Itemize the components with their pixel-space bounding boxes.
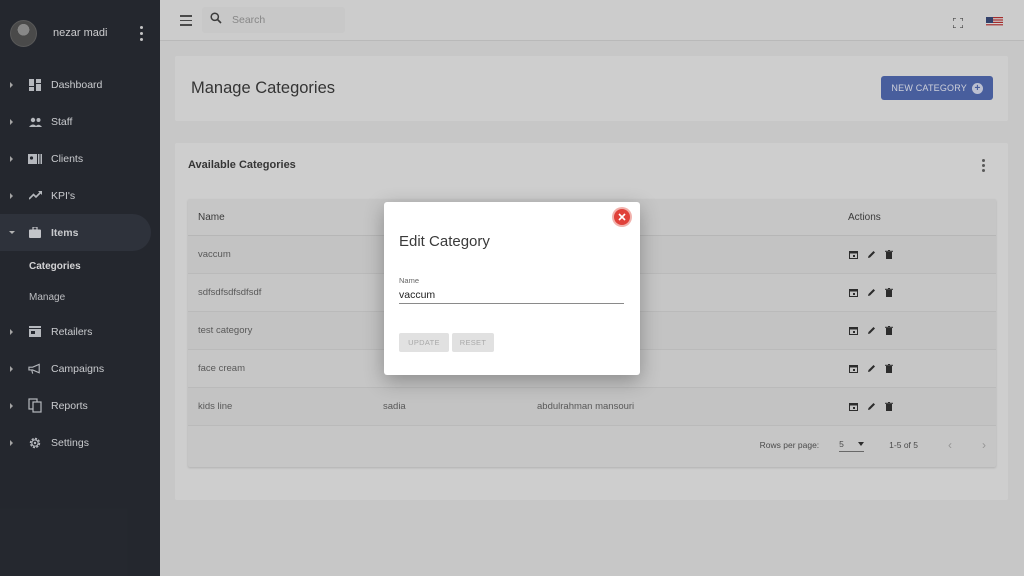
edit-category-dialog: Edit Category Name UPDATE RESET bbox=[384, 202, 640, 375]
update-button[interactable]: UPDATE bbox=[399, 333, 449, 352]
name-field-label: Name bbox=[399, 276, 420, 285]
reset-button[interactable]: RESET bbox=[452, 333, 494, 352]
name-field[interactable] bbox=[399, 286, 624, 304]
close-icon[interactable] bbox=[614, 209, 630, 225]
dialog-title: Edit Category bbox=[399, 233, 490, 250]
